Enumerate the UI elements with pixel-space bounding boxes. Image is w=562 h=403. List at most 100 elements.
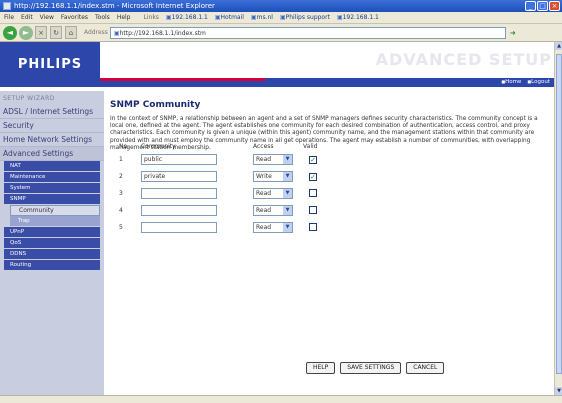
access-select[interactable]: Read ▼: [253, 154, 293, 165]
sidebar-subitem-qos[interactable]: QoS: [4, 238, 100, 249]
menu-bar: File Edit View Favorites Tools Help Link…: [0, 12, 562, 24]
chevron-down-icon: ▼: [283, 189, 292, 198]
chevron-down-icon: ▼: [283, 223, 292, 232]
advanced-setup-title: ADVANCED SETUP: [375, 50, 552, 69]
page-title: SNMP Community: [110, 100, 201, 110]
cancel-button[interactable]: CANCEL: [406, 362, 445, 374]
community-input[interactable]: private: [141, 171, 217, 182]
home-icon[interactable]: ⌂: [65, 26, 77, 39]
menu-help[interactable]: Help: [117, 14, 131, 21]
sidebar-item-security[interactable]: Security: [0, 119, 104, 133]
col-community: Community: [141, 142, 176, 150]
table-row: 3 Read ▼: [116, 185, 326, 202]
community-input[interactable]: [141, 222, 217, 233]
sidebar-subitem-maintenance[interactable]: Maintenance: [4, 172, 100, 183]
row-number: 5: [119, 224, 123, 231]
window-titlebar: http://192.168.1.1/index.stm - Microsoft…: [0, 0, 562, 12]
row-number: 4: [119, 207, 123, 214]
valid-checkbox[interactable]: ✓: [309, 155, 317, 164]
refresh-icon[interactable]: ↻: [50, 26, 62, 39]
sidebar: SETUP WIZARD ADSL / Internet Settings Se…: [0, 91, 104, 395]
maximize-button[interactable]: □: [537, 1, 548, 11]
access-value: Read: [256, 190, 272, 197]
row-number: 2: [119, 173, 123, 180]
home-link[interactable]: Home: [501, 79, 521, 85]
sidebar-subitem-community[interactable]: Community: [10, 205, 100, 216]
nav-toolbar: ◄ ► × ↻ ⌂ Address http://192.168.1.1/ind…: [0, 24, 562, 42]
philips-logo: PHILIPS: [0, 42, 100, 87]
links-label: Links: [143, 14, 159, 21]
address-bar[interactable]: http://192.168.1.1/index.stm: [109, 26, 506, 39]
valid-checkbox[interactable]: [309, 205, 317, 214]
community-table: No. Community Access Valid 1 public Read…: [116, 141, 326, 236]
table-header-row: No. Community Access Valid: [116, 141, 326, 151]
sidebar-subitem-routing[interactable]: Routing: [4, 260, 100, 271]
community-input[interactable]: [141, 205, 217, 216]
chevron-down-icon: ▼: [283, 155, 292, 164]
scroll-down-icon[interactable]: ▼: [555, 387, 562, 395]
access-select[interactable]: Read ▼: [253, 222, 293, 233]
access-select[interactable]: Write ▼: [253, 171, 293, 182]
menu-edit[interactable]: Edit: [21, 14, 33, 21]
access-value: Read: [256, 224, 272, 231]
window-controls: _ □ ×: [525, 1, 560, 11]
link-router[interactable]: 192.168.1.1: [166, 14, 208, 21]
col-no: No.: [119, 142, 129, 150]
sidebar-subitem-snmp[interactable]: SNMP: [4, 194, 100, 205]
community-input[interactable]: public: [141, 154, 217, 165]
chevron-down-icon: ▼: [283, 172, 292, 181]
access-value: Write: [256, 173, 272, 180]
access-select[interactable]: Read ▼: [253, 188, 293, 199]
valid-checkbox[interactable]: [309, 188, 317, 197]
access-value: Read: [256, 156, 272, 163]
link-msnl[interactable]: ms.nl: [251, 14, 273, 21]
sidebar-subitem-system[interactable]: System: [4, 183, 100, 194]
scroll-thumb[interactable]: [556, 54, 562, 374]
minimize-button[interactable]: _: [525, 1, 536, 11]
menu-file[interactable]: File: [4, 14, 14, 21]
forward-button[interactable]: ►: [19, 25, 33, 40]
menu-view[interactable]: View: [40, 14, 54, 21]
sidebar-item-home-network[interactable]: Home Network Settings: [0, 133, 104, 147]
access-value: Read: [256, 207, 272, 214]
accent-bar: [100, 78, 265, 81]
row-number: 3: [119, 190, 123, 197]
page-content: PHILIPS ADVANCED SETUP Home Logout SETUP…: [0, 42, 554, 395]
sidebar-subitem-trap[interactable]: Trap: [10, 216, 100, 227]
header-links: Home Logout: [501, 79, 550, 85]
menu-favorites[interactable]: Favorites: [61, 14, 88, 21]
help-button[interactable]: HELP: [306, 362, 336, 374]
menu-tools[interactable]: Tools: [95, 14, 110, 21]
stop-icon[interactable]: ×: [35, 26, 47, 39]
ie-app-icon: [3, 2, 11, 10]
community-input[interactable]: [141, 188, 217, 199]
back-button[interactable]: ◄: [3, 25, 17, 40]
scroll-up-icon[interactable]: ▲: [555, 42, 562, 50]
window-title: http://192.168.1.1/index.stm - Microsoft…: [14, 2, 215, 10]
go-button[interactable]: ➜: [510, 29, 516, 37]
link-router-2[interactable]: 192.168.1.1: [337, 14, 379, 21]
header-strip: Home Logout: [100, 78, 554, 87]
link-philips-support[interactable]: Philips support: [280, 14, 330, 21]
access-select[interactable]: Read ▼: [253, 205, 293, 216]
sidebar-subitem-ddns[interactable]: DDNS: [4, 249, 100, 260]
col-access: Access: [253, 142, 274, 150]
address-label: Address: [84, 29, 108, 36]
sidebar-subitem-upnp[interactable]: UPnP: [4, 227, 100, 238]
close-button[interactable]: ×: [549, 1, 560, 11]
vertical-scrollbar[interactable]: ▲ ▼: [554, 42, 562, 395]
logout-link[interactable]: Logout: [527, 79, 550, 85]
table-row: 1 public Read ▼ ✓: [116, 151, 326, 168]
table-row: 5 Read ▼: [116, 219, 326, 236]
valid-checkbox[interactable]: ✓: [309, 172, 317, 181]
table-row: 4 Read ▼: [116, 202, 326, 219]
sidebar-item-adsl[interactable]: ADSL / Internet Settings: [0, 105, 104, 119]
save-settings-button[interactable]: SAVE SETTINGS: [340, 362, 402, 374]
link-hotmail[interactable]: Hotmail: [215, 14, 244, 21]
setup-wizard-link[interactable]: SETUP WIZARD: [0, 91, 104, 105]
status-bar: [0, 395, 562, 403]
sidebar-subitem-nat[interactable]: NAT: [4, 161, 100, 172]
sidebar-item-advanced[interactable]: Advanced Settings: [0, 147, 104, 161]
row-number: 1: [119, 156, 123, 163]
valid-checkbox[interactable]: [309, 222, 317, 231]
